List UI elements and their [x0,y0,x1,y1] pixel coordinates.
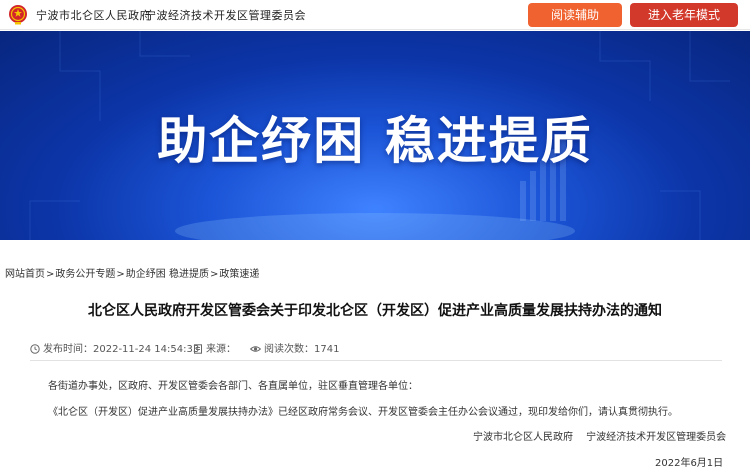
site-header: 宁波市北仑区人民政府 宁波经济技术开发区管理委员会 阅读辅助 进入老年模式 [0,0,750,30]
publish-time: 发布时间：2022-11-24 14:54:33 [30,340,199,355]
site-name-dev-zone[interactable]: 宁波经济技术开发区管理委员会 [145,7,306,23]
eye-icon [249,346,262,352]
reading-assist-button[interactable]: 阅读辅助 [528,3,622,27]
breadcrumb-policy[interactable]: 政策速递 [219,269,259,280]
document-icon [194,344,202,354]
breadcrumb-separator: > [209,269,219,280]
source-label: 来源： [206,344,236,355]
banner-title: 助企纾困 稳进提质 [157,112,593,170]
publish-time-value: 2022-11-24 14:54:33 [93,344,200,355]
article-signature: 宁波市北仑区人民政府 宁波经济技术开发区管理委员会 [473,432,727,443]
article-greeting: 各街道办事处，区政府、开发区管委会各部门、各直属单位，驻区垂直管理各单位： [48,381,418,392]
article-body: 《北仑区（开发区）促进产业高质量发展扶持办法》已经区政府常务会议、开发区管委会主… [48,407,678,418]
breadcrumb: 网站首页>政务公开专题>助企纾困 稳进提质>政策速递 [5,265,259,280]
breadcrumb-campaign[interactable]: 助企纾困 稳进提质 [126,269,209,280]
breadcrumb-topic[interactable]: 政务公开专题 [55,269,115,280]
article-date: 2022年6月1日 [655,458,724,469]
site-name-district-gov[interactable]: 宁波市北仑区人民政府 [36,7,151,23]
clock-icon [30,344,40,354]
elder-mode-button[interactable]: 进入老年模式 [630,3,738,27]
breadcrumb-separator: > [116,269,125,280]
meta-divider [30,360,722,361]
source: 来源： [193,340,236,355]
view-count-label: 阅读次数： [264,344,314,355]
view-count-value: 1741 [314,344,340,355]
hero-banner: 助企纾困 稳进提质 [0,31,750,240]
view-count: 阅读次数：1741 [249,340,340,355]
article-title: 北仑区人民政府开发区管委会关于印发北仑区（开发区）促进产业高质量发展扶持办法的通… [88,303,662,319]
breadcrumb-home[interactable]: 网站首页 [5,269,45,280]
national-emblem-icon [9,5,27,25]
breadcrumb-separator: > [46,269,55,280]
publish-time-label: 发布时间： [43,344,93,355]
